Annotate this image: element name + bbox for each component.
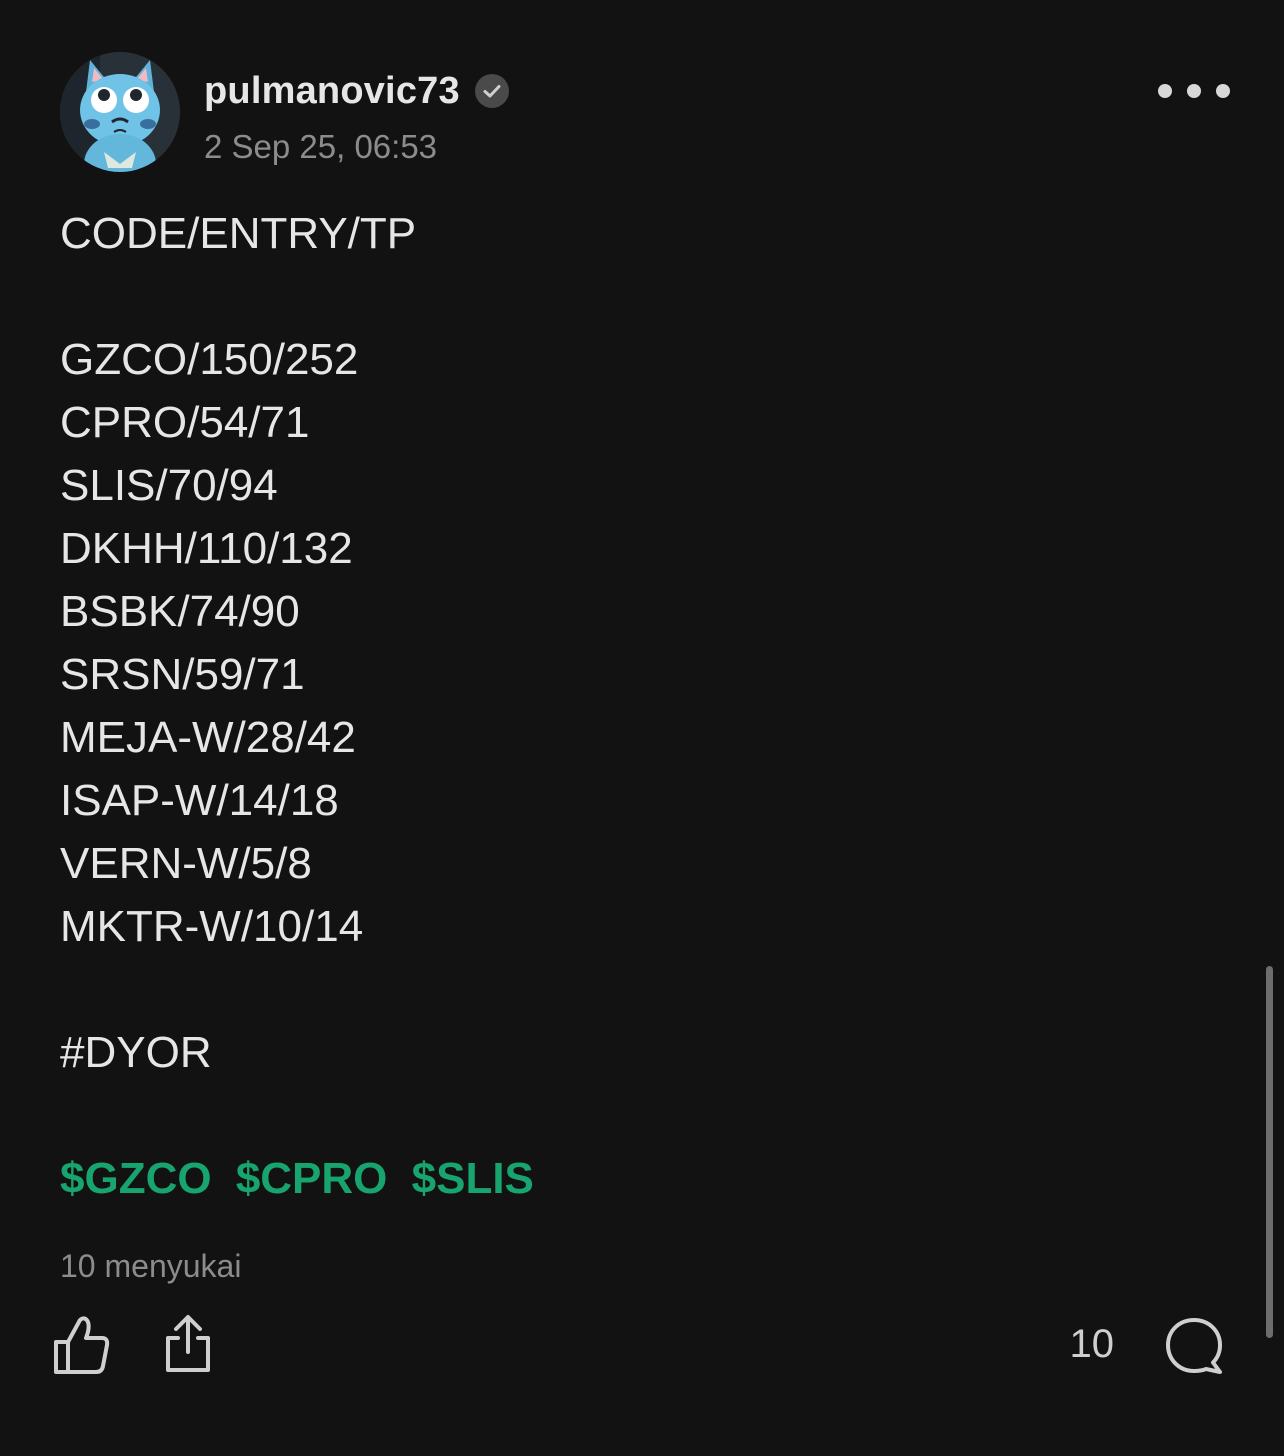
more-dot (1187, 84, 1201, 98)
blue-cat-avatar-icon (60, 52, 180, 172)
hashtag-dyor[interactable]: #DYOR (60, 1021, 1210, 1084)
post-line (60, 958, 1210, 1021)
post-body: CODE/ENTRY/TP GZCO/150/252 CPRO/54/71 SL… (60, 202, 1210, 1210)
post-line: MKTR-W/10/14 (60, 902, 364, 951)
username-row: pulmanovic73 (204, 66, 510, 116)
more-dot (1216, 84, 1230, 98)
post-line: VERN-W/5/8 (60, 839, 312, 888)
post-line: SRSN/59/71 (60, 650, 305, 699)
post-header: pulmanovic73 2 Sep 25, 06:53 (60, 52, 1230, 172)
verified-badge-icon (474, 73, 510, 109)
more-horizontal-icon[interactable] (1158, 78, 1230, 104)
post-line: GZCO/150/252 (60, 335, 359, 384)
username[interactable]: pulmanovic73 (204, 70, 460, 113)
share-icon[interactable] (160, 1312, 216, 1376)
post-actions: 10 (52, 1312, 1226, 1382)
likes-count[interactable]: 10 menyukai (60, 1248, 241, 1285)
ticker-link[interactable]: $GZCO (60, 1154, 212, 1203)
post-line: SLIS/70/94 (60, 461, 278, 510)
ticker-list: $GZCO $CPRO $SLIS (60, 1147, 1210, 1210)
post-line: DKHH/110/132 (60, 524, 353, 573)
avatar[interactable] (60, 52, 180, 172)
post-line: CODE/ENTRY/TP (60, 209, 417, 258)
post-line: BSBK/74/90 (60, 587, 300, 636)
post-line (60, 265, 1210, 328)
post-line: CPRO/54/71 (60, 398, 310, 447)
ticker-link[interactable]: $CPRO (236, 1154, 388, 1203)
ticker-link[interactable]: $SLIS (412, 1154, 534, 1203)
scrollbar[interactable] (1266, 966, 1273, 1338)
post-timestamp: 2 Sep 25, 06:53 (204, 128, 438, 165)
post-line: ISAP-W/14/18 (60, 776, 339, 825)
comment-count: 10 (1069, 1322, 1115, 1366)
comment-bubble-icon[interactable] (1162, 1314, 1226, 1378)
thumbs-up-icon[interactable] (52, 1314, 112, 1376)
post-line (60, 1084, 1210, 1147)
post-line: MEJA-W/28/42 (60, 713, 356, 762)
more-dot (1158, 84, 1172, 98)
